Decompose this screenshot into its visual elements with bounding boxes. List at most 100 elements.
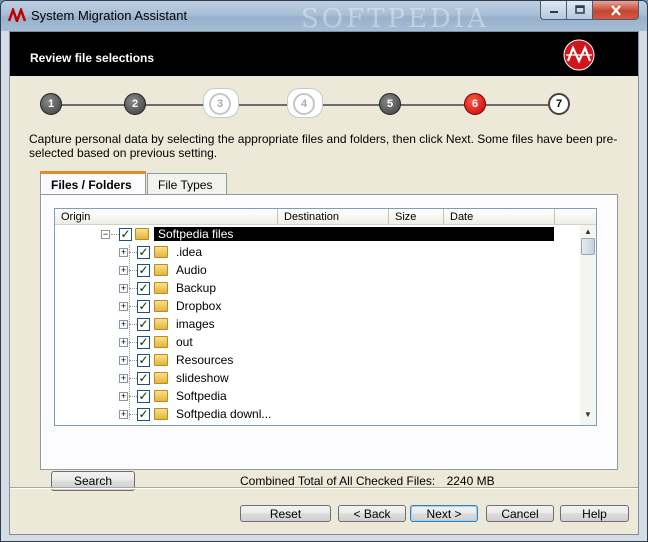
expand-icon[interactable]: + (119, 356, 128, 365)
step-7: 7 (548, 93, 570, 115)
tree-row[interactable]: + ✓ slideshow (55, 369, 579, 387)
instructions-text: Capture personal data by selecting the a… (29, 132, 618, 160)
tree-item-label: Softpedia (176, 389, 227, 403)
tree-connector (129, 396, 137, 397)
tree-connector (129, 342, 137, 343)
expand-icon[interactable]: + (119, 284, 128, 293)
tab-file-types[interactable]: File Types (147, 173, 227, 195)
tree-row[interactable]: + ✓ Dropbox (55, 297, 579, 315)
folder-icon (154, 318, 168, 330)
cancel-button[interactable]: Cancel (486, 505, 554, 522)
page-title: Review file selections (30, 51, 155, 65)
column-destination[interactable]: Destination (278, 209, 389, 224)
tree-connector (129, 270, 137, 271)
tree-connector (129, 306, 137, 307)
folder-icon (154, 408, 168, 420)
back-button[interactable]: < Back (338, 505, 406, 522)
step-3: 3 (209, 93, 231, 115)
tree-connector (129, 414, 137, 415)
tree-item-label: slideshow (176, 371, 229, 385)
expand-icon[interactable]: + (119, 392, 128, 401)
maximize-button[interactable] (566, 1, 593, 20)
checkbox[interactable]: ✓ (137, 372, 150, 385)
folder-icon (135, 228, 149, 240)
step-2: 2 (124, 93, 146, 115)
folder-icon (154, 282, 168, 294)
watermark: SOFTPEDIA (301, 4, 489, 34)
tab-files-folders[interactable]: Files / Folders (40, 171, 146, 195)
checkbox[interactable]: ✓ (137, 246, 150, 259)
tree-row[interactable]: + ✓ .idea (55, 243, 579, 261)
step-1: 1 (40, 93, 62, 115)
tree-item-label: Resources (176, 353, 234, 367)
divider (10, 487, 638, 489)
step-4: 4 (293, 93, 315, 115)
checkbox[interactable]: ✓ (137, 300, 150, 313)
checkbox[interactable]: ✓ (137, 354, 150, 367)
checkbox[interactable]: ✓ (137, 282, 150, 295)
combined-total: Combined Total of All Checked Files: 224… (240, 474, 495, 488)
expand-icon[interactable]: + (119, 338, 128, 347)
expand-icon[interactable]: + (119, 320, 128, 329)
expand-icon[interactable]: + (119, 302, 128, 311)
title-bar[interactable]: System Migration Assistant SOFTPEDIA (1, 1, 647, 34)
folder-icon (154, 354, 168, 366)
checkbox[interactable]: ✓ (137, 264, 150, 277)
folder-icon (154, 390, 168, 402)
tree-item-label: Softpedia downl... (176, 407, 272, 421)
folder-icon (154, 336, 168, 348)
step-6-current: 6 (464, 93, 486, 115)
tree-connector (129, 252, 137, 253)
expand-icon[interactable]: + (119, 374, 128, 383)
tree-row[interactable]: + ✓ Softpedia downl... (55, 405, 579, 423)
collapse-icon[interactable]: − (101, 230, 110, 239)
column-size[interactable]: Size (389, 209, 444, 224)
reset-button[interactable]: Reset (240, 505, 331, 522)
minimize-button[interactable] (540, 1, 567, 20)
app-logo-icon (8, 8, 26, 22)
wizard-content: Review file selections 1 2 3 4 5 6 7 Cap… (9, 31, 639, 535)
checkbox[interactable]: ✓ (137, 318, 150, 331)
tree-connector (111, 234, 119, 235)
close-icon (610, 4, 621, 16)
maximize-icon (574, 5, 585, 14)
tree-connector (129, 288, 137, 289)
close-button[interactable] (592, 1, 639, 20)
folder-icon (154, 300, 168, 312)
scroll-down-arrow-icon[interactable]: ▼ (580, 408, 596, 422)
expand-icon[interactable]: + (119, 410, 128, 419)
tree-row[interactable]: + ✓ Resources (55, 351, 579, 369)
app-window: System Migration Assistant SOFTPEDIA Rev… (0, 0, 648, 542)
checkbox[interactable]: ✓ (137, 336, 150, 349)
files-folders-panel: Origin Destination Size Date − ✓ Softped… (40, 194, 618, 491)
help-button[interactable]: Help (560, 505, 629, 522)
tree-row[interactable]: + ✓ out (55, 333, 579, 351)
checkbox[interactable]: ✓ (137, 408, 150, 421)
expand-icon[interactable]: + (119, 248, 128, 257)
window-title: System Migration Assistant (31, 8, 188, 23)
tree-row[interactable]: + ✓ Backup (55, 279, 579, 297)
expand-icon[interactable]: + (119, 266, 128, 275)
minimize-icon (549, 11, 558, 13)
tree-item-label: .idea (176, 245, 203, 259)
next-button[interactable]: Next > (410, 505, 478, 522)
combined-total-value: 2240 MB (446, 474, 495, 488)
vertical-scrollbar[interactable]: ▲ ▼ (580, 225, 596, 425)
scroll-up-arrow-icon[interactable]: ▲ (580, 225, 596, 239)
tree-row[interactable]: + ✓ Softpedia (55, 387, 579, 405)
checkbox[interactable]: ✓ (119, 228, 132, 241)
sma-logo-icon (563, 39, 595, 71)
tree-row[interactable]: + ✓ Audio (55, 261, 579, 279)
file-tree[interactable]: Origin Destination Size Date − ✓ Softped… (54, 208, 597, 426)
folder-icon (154, 372, 168, 384)
tree-connector (129, 324, 137, 325)
folder-icon (154, 246, 168, 258)
column-date[interactable]: Date (444, 209, 555, 224)
tree-row-root[interactable]: − ✓ Softpedia files (55, 225, 579, 243)
column-origin[interactable]: Origin (55, 209, 278, 224)
column-filler (555, 209, 596, 224)
wizard-header: Review file selections (10, 32, 638, 76)
tree-row[interactable]: + ✓ images (55, 315, 579, 333)
scroll-thumb[interactable] (581, 238, 595, 255)
checkbox[interactable]: ✓ (137, 390, 150, 403)
